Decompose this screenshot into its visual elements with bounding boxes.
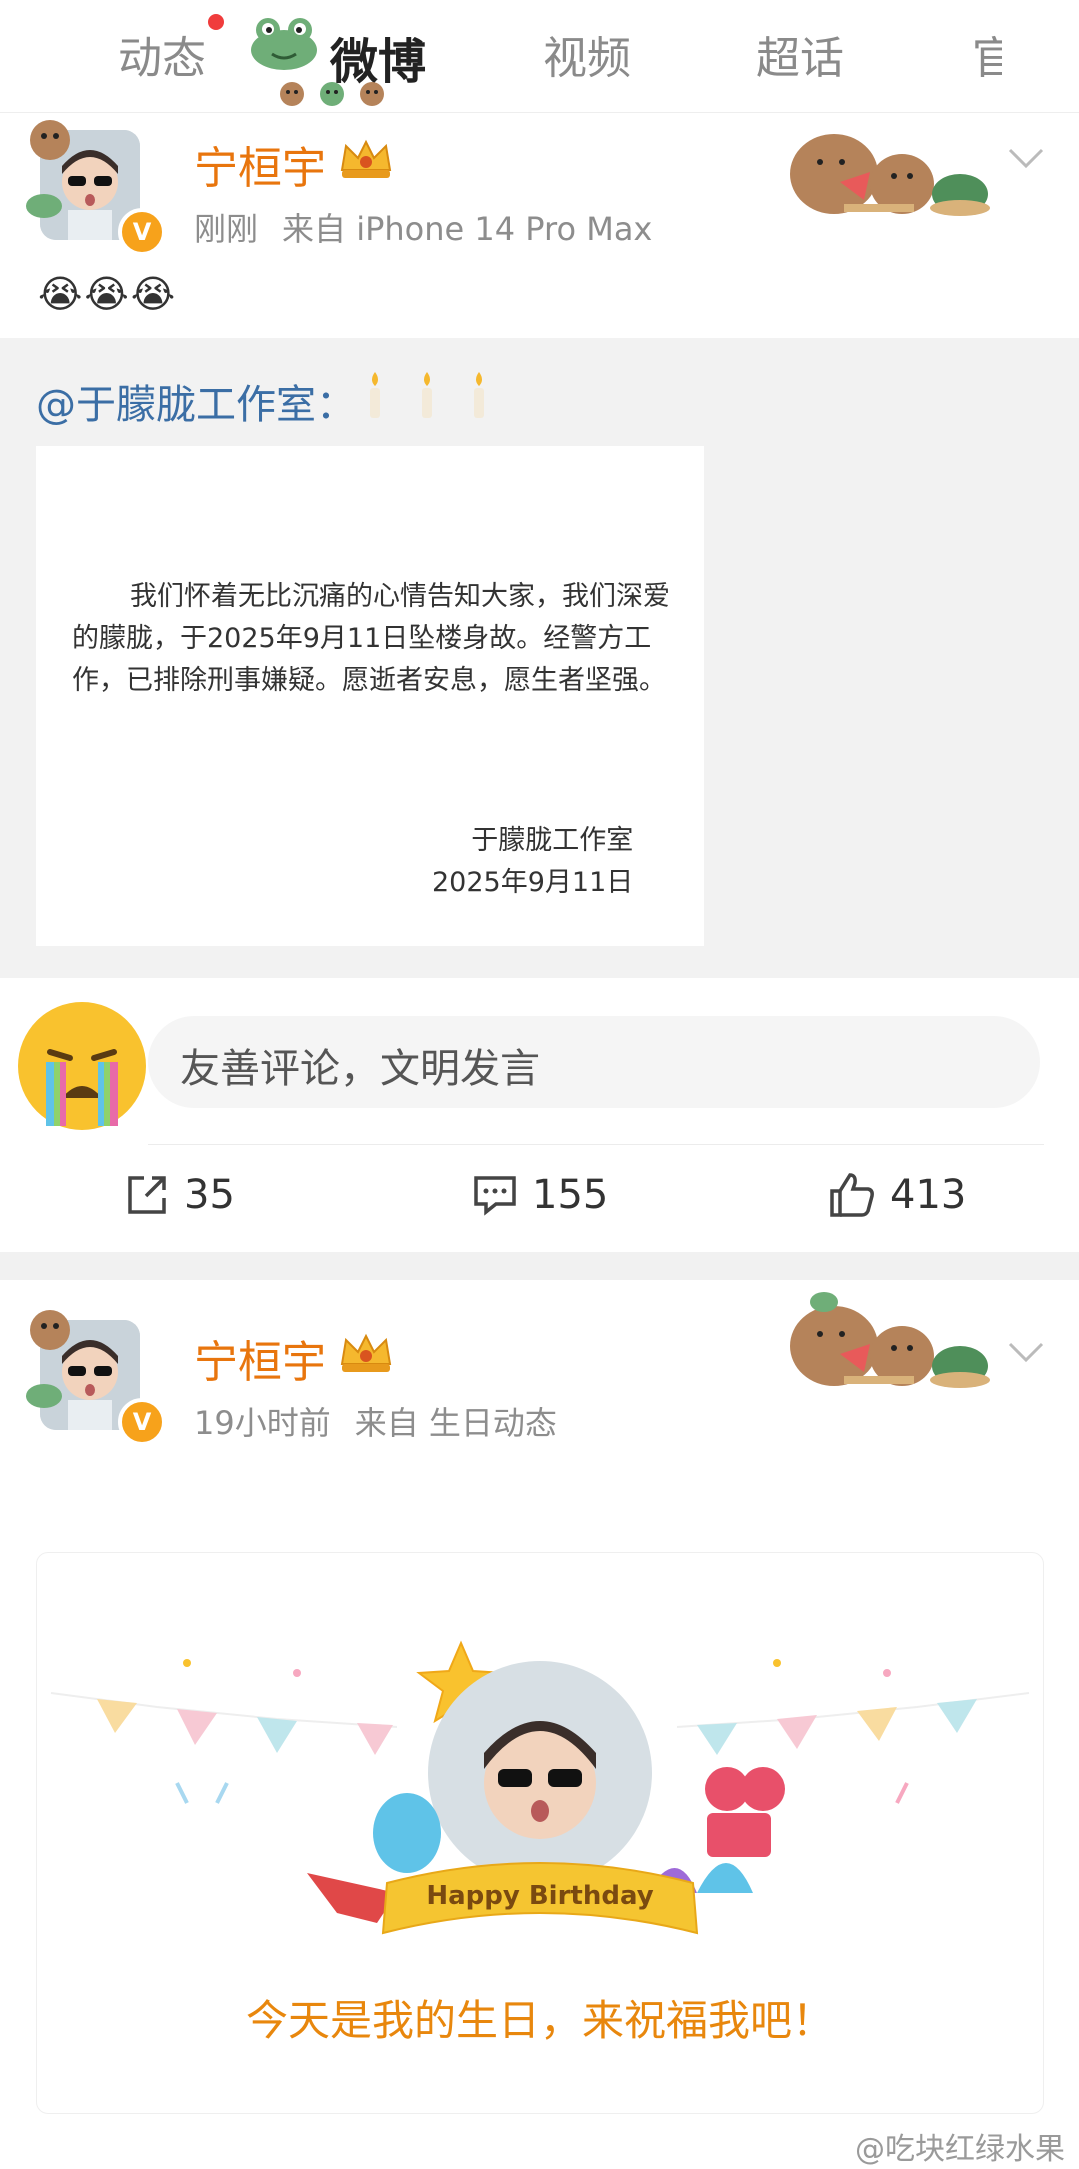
frog-frame-icon — [26, 194, 62, 218]
tab-dynamic[interactable]: 动态 — [118, 22, 206, 86]
like-button[interactable]: 413 — [828, 1170, 966, 1226]
like-count: 413 — [890, 1172, 967, 1218]
comment-placeholder: 友善评论，文明发言 — [180, 1046, 540, 1092]
repost-button[interactable]: 35 — [124, 1170, 235, 1226]
watermark: @吃块红绿水果 — [855, 2132, 1065, 2167]
repost-image-notice[interactable]: 我们怀着无比沉痛的心情告知大家，我们深爱的朦胧，于2025年9月11日坠楼身故。… — [36, 446, 704, 946]
tab-video[interactable]: 视频 — [543, 22, 631, 86]
thumbs-up-icon — [830, 1173, 874, 1217]
frog-frame-icon — [26, 1384, 62, 1408]
post-time: 刚刚 — [194, 210, 259, 248]
capybara-frame-icon — [30, 1310, 70, 1350]
verified-badge: V — [118, 1398, 166, 1446]
post1-avatar[interactable]: V — [22, 112, 166, 256]
chevron-down-icon[interactable] — [1006, 1340, 1046, 1366]
notice-body: 我们怀着无比沉痛的心情告知大家，我们深爱的朦胧，于2025年9月11日坠楼身故。… — [72, 581, 670, 696]
mascot-mini-icons — [280, 82, 384, 106]
post-time: 19小时前 — [194, 1404, 331, 1442]
chevron-down-icon[interactable] — [1006, 146, 1046, 172]
comment-button[interactable]: 155 — [472, 1170, 608, 1226]
frog-logo-icon — [251, 18, 317, 70]
post1-text: 😭😭😭 — [38, 272, 178, 316]
post2-meta: 19小时前 来自 生日动态 — [194, 1398, 581, 1444]
notice-date: 2025年9月11日 — [432, 867, 634, 898]
share-icon — [128, 1176, 166, 1214]
crying-emoji-icon[interactable] — [16, 1000, 148, 1132]
crown-icon — [340, 139, 392, 178]
verified-badge: V — [118, 208, 166, 256]
birthday-card[interactable]: Happy Birthday 今天是我的生日，来祝福我吧！ — [36, 1552, 1044, 2114]
top-tab-bar: 动态 微博 视频 超话 官 — [0, 0, 1079, 113]
post1-username[interactable]: 宁桓宇 — [194, 132, 326, 196]
post-source: 来自 生日动态 — [354, 1404, 557, 1442]
post-source: 来自 iPhone 14 Pro Max — [282, 210, 653, 248]
post1-meta: 刚刚 来自 iPhone 14 Pro Max — [194, 204, 676, 250]
capybara-decoration-icon — [790, 1292, 990, 1388]
notice-signature: 于朦胧工作室 — [471, 825, 634, 856]
comment-count: 155 — [532, 1172, 609, 1218]
birthday-banner: Happy Birthday — [426, 1881, 654, 1911]
repost-mention[interactable]: @于朦胧工作室： — [36, 372, 356, 430]
post-separator — [0, 1252, 1079, 1280]
candle-emoji-icon — [370, 372, 484, 418]
capybara-decoration-icon — [790, 134, 990, 216]
tab-partial[interactable]: 官 — [972, 22, 1002, 86]
comment-icon — [474, 1176, 516, 1216]
notification-dot — [208, 14, 224, 30]
capybara-frame-icon — [30, 120, 70, 160]
birthday-text: 今天是我的生日，来祝福我吧！ — [245, 1996, 834, 2045]
comment-input[interactable]: 友善评论，文明发言 — [148, 1016, 1040, 1108]
crown-icon — [340, 1333, 392, 1372]
tab-super-topic[interactable]: 超话 — [756, 22, 844, 86]
birthday-decoration — [50, 1640, 1030, 1935]
notice-signature-block: 于朦胧工作室 2025年9月11日 — [432, 820, 633, 904]
post2-username[interactable]: 宁桓宇 — [194, 1326, 326, 1390]
repost-count: 35 — [184, 1172, 235, 1218]
post2-avatar[interactable]: V — [22, 1302, 166, 1446]
divider — [148, 1144, 1044, 1145]
